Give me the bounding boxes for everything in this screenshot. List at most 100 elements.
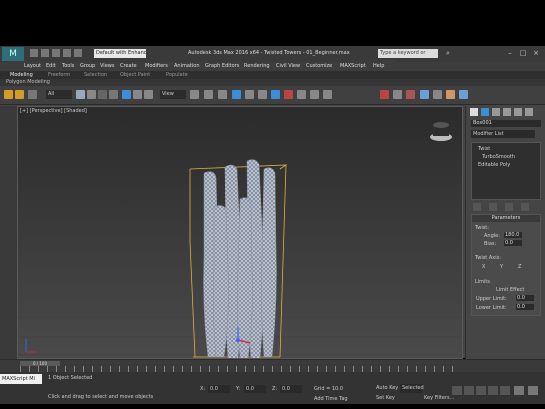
key-filters-button[interactable]: Key Filters...: [424, 395, 454, 401]
viewport-layout-strip[interactable]: [0, 106, 17, 359]
twisted-towers-mesh[interactable]: [203, 159, 277, 359]
show-end-result-icon[interactable]: [489, 203, 497, 211]
app-logo[interactable]: M: [2, 47, 24, 61]
toggle-scene-explorer-icon[interactable]: [323, 90, 332, 99]
previous-frame-icon[interactable]: [464, 386, 474, 395]
modify-tab-icon[interactable]: [481, 108, 489, 116]
render-setup-icon[interactable]: [420, 90, 429, 99]
tab-object-paint[interactable]: Object Paint: [120, 72, 150, 78]
angle-snap-icon[interactable]: [245, 90, 254, 99]
menu-tools[interactable]: Tools: [62, 63, 74, 69]
snaps-toggle-icon[interactable]: [232, 90, 241, 99]
zoom-extents-icon[interactable]: [514, 386, 524, 395]
menu-group[interactable]: Group: [80, 63, 95, 69]
undo-icon[interactable]: [63, 49, 71, 57]
stack-item-turbosmooth[interactable]: TurboSmooth: [482, 154, 515, 160]
stack-item-twist[interactable]: Twist: [478, 146, 490, 152]
y-coordinate[interactable]: 0.0: [244, 385, 266, 393]
schematic-view-icon[interactable]: [393, 90, 402, 99]
curve-editor-icon[interactable]: [380, 90, 389, 99]
lower-limit-spinner[interactable]: 0.0: [516, 304, 534, 310]
x-coordinate[interactable]: 0.0: [208, 385, 230, 393]
play-icon[interactable]: [476, 386, 486, 395]
window-crossing-icon[interactable]: [109, 90, 118, 99]
menu-help[interactable]: Help: [373, 63, 384, 69]
named-selection-icon[interactable]: [284, 90, 293, 99]
open-file-icon[interactable]: [41, 49, 49, 57]
search-icon[interactable]: ⌕: [443, 49, 453, 58]
menu-views[interactable]: Views: [100, 63, 114, 69]
search-input[interactable]: Type a keyword or phrase: [378, 49, 438, 65]
percent-snap-icon[interactable]: [258, 90, 267, 99]
selection-filter-dropdown[interactable]: All: [46, 90, 72, 99]
menu-animation[interactable]: Animation: [174, 63, 200, 69]
go-to-end-icon[interactable]: [500, 386, 510, 395]
link-icon[interactable]: [28, 90, 37, 99]
keyboard-shortcut-icon[interactable]: [218, 90, 227, 99]
spinner-snap-icon[interactable]: [271, 90, 280, 99]
redo-tb-icon[interactable]: [15, 90, 24, 99]
select-manipulate-icon[interactable]: [204, 90, 213, 99]
rotate-icon[interactable]: [133, 90, 142, 99]
modifier-list-dropdown[interactable]: Modifier List: [471, 130, 535, 138]
perspective-viewport[interactable]: [+] [Perspective] [Shaded]: [17, 106, 463, 359]
selected-dropdown[interactable]: Selected: [400, 384, 424, 393]
mirror-icon[interactable]: [297, 90, 306, 99]
tab-populate[interactable]: Populate: [166, 72, 188, 78]
stack-item-editable-poly[interactable]: Editable Poly: [478, 162, 510, 168]
go-to-start-icon[interactable]: [452, 386, 462, 395]
tab-selection[interactable]: Selection: [84, 72, 107, 78]
bias-spinner[interactable]: 0.0: [504, 240, 522, 246]
rectangular-region-icon[interactable]: [98, 90, 107, 99]
next-frame-icon[interactable]: [488, 386, 498, 395]
menu-edit[interactable]: Edit: [46, 63, 56, 69]
menu-modifiers[interactable]: Modifiers: [145, 63, 168, 69]
pivot-center-icon[interactable]: [190, 90, 199, 99]
axis-z-radio[interactable]: Z: [518, 264, 521, 270]
save-file-icon[interactable]: [52, 49, 60, 57]
material-editor-icon[interactable]: [406, 90, 415, 99]
object-name-field[interactable]: Box001: [471, 120, 541, 127]
render-production-icon[interactable]: [446, 90, 455, 99]
utilities-tab-icon[interactable]: [525, 108, 533, 116]
axis-x-radio[interactable]: X: [482, 264, 485, 270]
align-icon[interactable]: [310, 90, 319, 99]
viewcube[interactable]: [430, 122, 452, 141]
ribbon-panel-label[interactable]: Polygon Modeling: [6, 79, 50, 85]
add-time-tag[interactable]: Add Time Tag: [314, 396, 348, 402]
z-coordinate[interactable]: 0.0: [280, 385, 302, 393]
menu-civil-view[interactable]: Civil View: [276, 63, 300, 69]
auto-key-button[interactable]: Auto Key: [376, 385, 398, 391]
motion-tab-icon[interactable]: [503, 108, 511, 116]
tab-freeform[interactable]: Freeform: [48, 72, 70, 78]
orbit-icon[interactable]: [528, 386, 538, 395]
pin-stack-icon[interactable]: [473, 203, 481, 211]
close-icon[interactable]: ×: [531, 49, 541, 58]
make-unique-icon[interactable]: [505, 203, 513, 211]
maximize-icon[interactable]: □: [518, 49, 528, 58]
menu-maxscript[interactable]: MAXScript: [340, 63, 366, 69]
create-tab-icon[interactable]: [470, 108, 478, 116]
select-by-name-icon[interactable]: [87, 90, 96, 99]
angle-spinner[interactable]: 180.0: [504, 232, 522, 238]
render-iterative-icon[interactable]: [459, 90, 468, 99]
select-object-icon[interactable]: [76, 90, 85, 99]
parameters-rollout-header[interactable]: Parameters: [472, 215, 540, 222]
maxscript-listener[interactable]: MAXScript Mi: [0, 374, 42, 384]
remove-modifier-icon[interactable]: [521, 203, 529, 211]
new-file-icon[interactable]: [30, 49, 38, 57]
reference-coordinate-dropdown[interactable]: View: [160, 90, 186, 99]
move-icon[interactable]: [122, 90, 131, 99]
redo-icon[interactable]: [74, 49, 82, 57]
tab-modeling[interactable]: Modeling: [10, 72, 33, 78]
scale-icon[interactable]: [144, 90, 153, 99]
hierarchy-tab-icon[interactable]: [492, 108, 500, 116]
limit-effect-checkbox[interactable]: Limit Effect: [496, 287, 524, 293]
menu-layout[interactable]: Layout: [24, 63, 41, 69]
axis-y-radio[interactable]: Y: [500, 264, 503, 270]
upper-limit-spinner[interactable]: 0.0: [516, 295, 534, 301]
time-slider[interactable]: 0 / 100: [0, 359, 545, 372]
menu-rendering[interactable]: Rendering: [244, 63, 270, 69]
workspace-dropdown[interactable]: Default with Enhanced M: [94, 49, 146, 58]
menu-customize[interactable]: Customize: [306, 63, 332, 69]
